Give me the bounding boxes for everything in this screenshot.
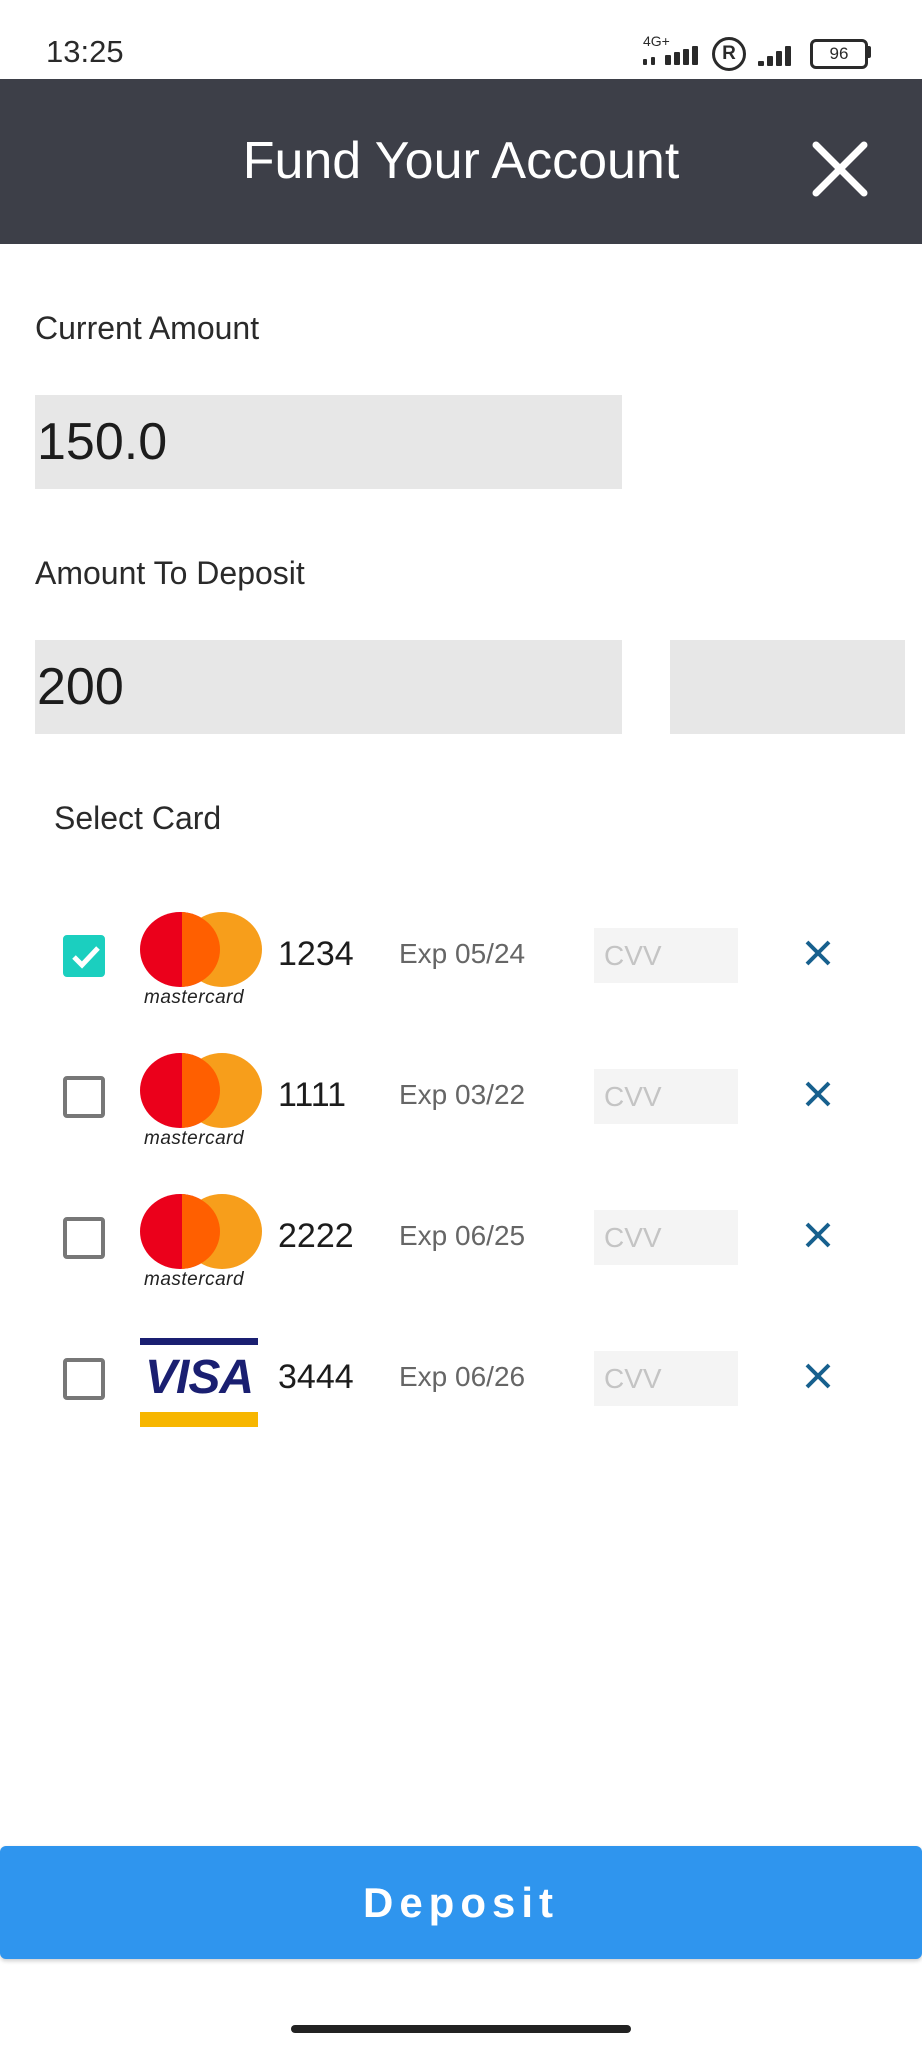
registered-icon: R <box>712 37 746 71</box>
brand-text: VISA <box>144 1351 254 1404</box>
card-row: mastercard 2222 Exp 06/25 CVV <box>0 1184 922 1294</box>
card-expiry: Exp 03/22 <box>399 1079 526 1110</box>
battery-icon: 96 <box>810 39 868 69</box>
card-expiry: Exp 05/24 <box>399 938 526 969</box>
status-bar: 13:25 4G+ R 96 <box>0 0 922 79</box>
deposit-amount-input[interactable]: 200 <box>35 640 622 734</box>
cvv-input[interactable]: CVV <box>594 928 738 983</box>
deposit-amount-label: Amount To Deposit <box>35 555 305 591</box>
card-number: 3444 <box>278 1358 354 1396</box>
brand-text: mastercard <box>144 987 245 1008</box>
remove-card-icon[interactable] <box>800 1358 836 1394</box>
page-title: Fund Your Account <box>242 132 680 190</box>
network-label: 4G+ <box>643 33 670 49</box>
mastercard-logo: mastercard <box>140 1194 262 1290</box>
cvv-input[interactable]: CVV <box>594 1069 738 1124</box>
visa-logo: VISA <box>140 1338 258 1428</box>
card-row: mastercard 1234 Exp 05/24 CVV <box>0 902 922 1012</box>
card-number: 2222 <box>278 1217 354 1255</box>
card-checkbox[interactable] <box>63 1358 105 1400</box>
battery-tip <box>867 46 871 58</box>
card-row: mastercard 1111 Exp 03/22 CVV <box>0 1043 922 1153</box>
cvv-input[interactable]: CVV <box>594 1351 738 1406</box>
signal-icon <box>643 46 703 65</box>
mastercard-logo: mastercard <box>140 1053 262 1149</box>
header-bar: Fund Your Account <box>0 79 922 244</box>
card-number: 1234 <box>278 935 354 973</box>
card-row: VISA 3444 Exp 06/26 CVV <box>0 1325 922 1435</box>
remove-card-icon[interactable] <box>800 935 836 971</box>
remove-card-icon[interactable] <box>800 1076 836 1112</box>
currency-field[interactable] <box>670 640 905 734</box>
mastercard-logo: mastercard <box>140 912 262 1008</box>
select-card-label: Select Card <box>54 800 222 836</box>
card-expiry: Exp 06/25 <box>399 1220 526 1251</box>
close-icon[interactable] <box>800 129 880 209</box>
card-checkbox-checked[interactable] <box>63 935 105 977</box>
cvv-input[interactable]: CVV <box>594 1210 738 1265</box>
card-checkbox[interactable] <box>63 1076 105 1118</box>
card-number: 1111 <box>278 1076 347 1114</box>
home-indicator[interactable] <box>291 2025 631 2033</box>
status-time: 13:25 <box>46 34 124 69</box>
remove-card-icon[interactable] <box>800 1217 836 1253</box>
card-expiry: Exp 06/26 <box>399 1361 526 1392</box>
card-checkbox[interactable] <box>63 1217 105 1259</box>
current-amount-label: Current Amount <box>35 310 260 346</box>
deposit-button[interactable]: Deposit <box>0 1846 922 1959</box>
signal-icon <box>758 44 798 66</box>
brand-text: mastercard <box>144 1128 245 1149</box>
current-amount-field: 150.0 <box>35 395 622 489</box>
brand-text: mastercard <box>144 1269 245 1290</box>
